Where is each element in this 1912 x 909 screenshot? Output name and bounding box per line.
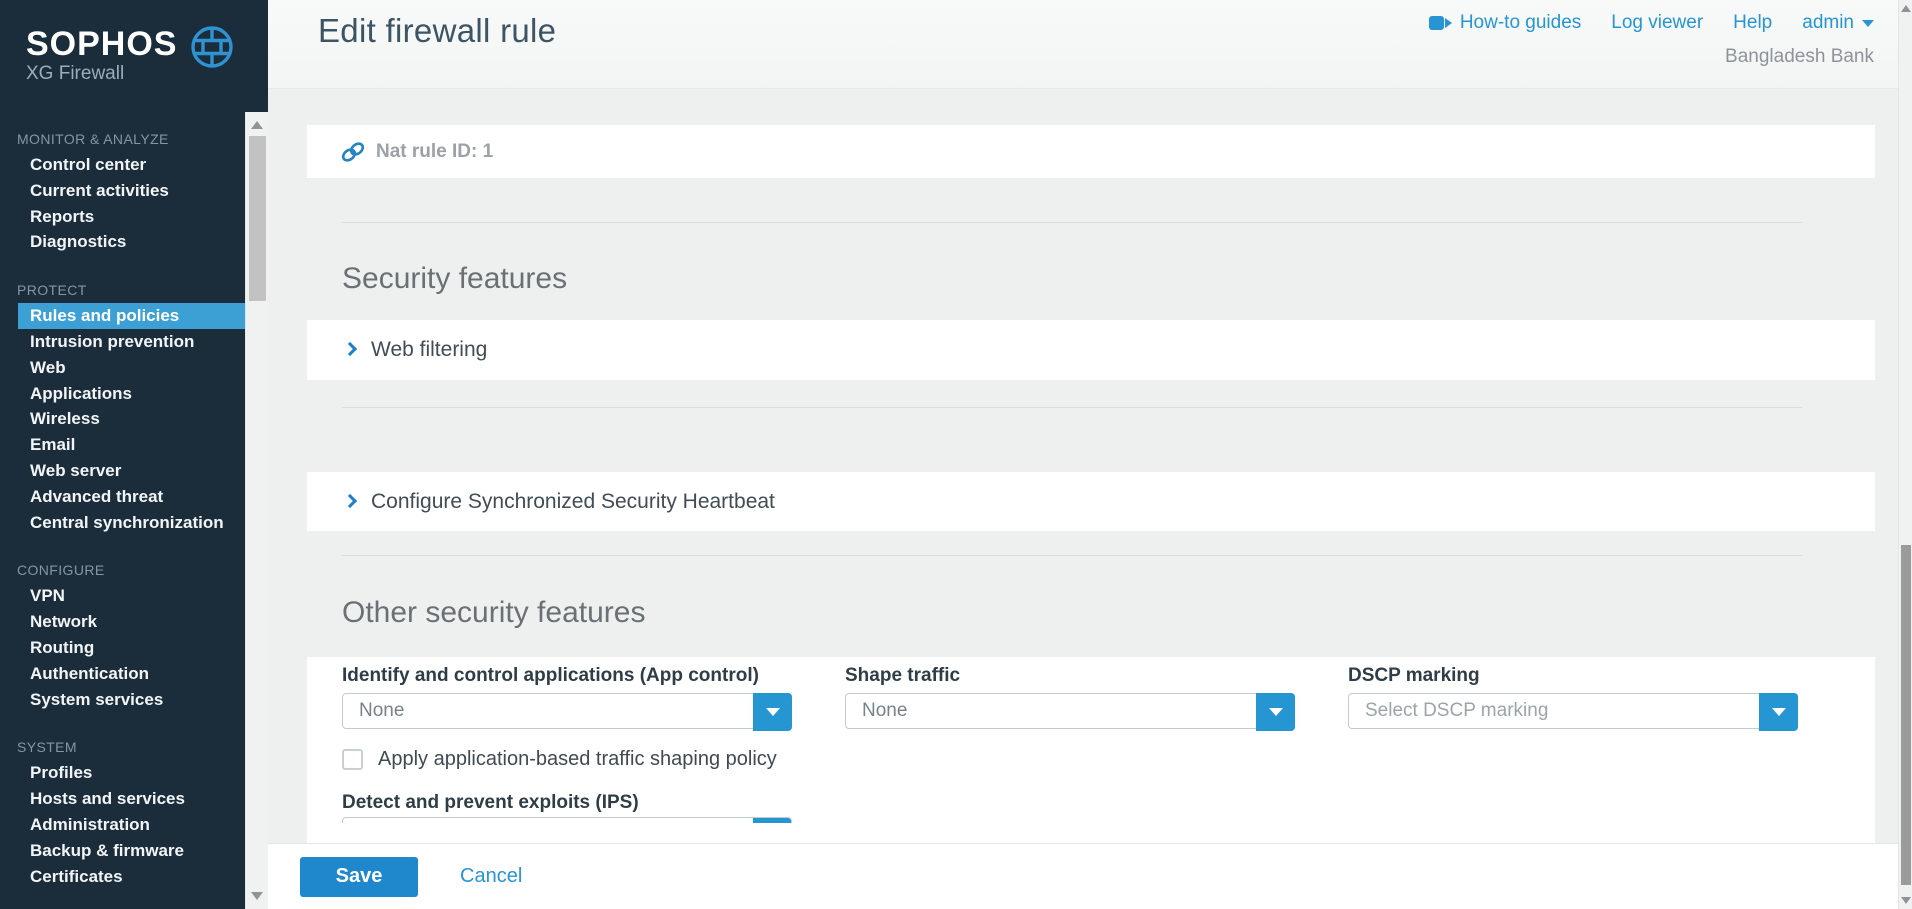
app-control-label: Identify and control applications (App c… <box>342 665 792 693</box>
scroll-up-icon[interactable] <box>251 121 263 129</box>
other-security-form: Identify and control applications (App c… <box>307 657 1875 843</box>
scroll-down-icon[interactable] <box>251 892 263 900</box>
dropdown-button[interactable] <box>753 693 792 731</box>
chevron-down-icon <box>1772 708 1786 716</box>
admin-menu[interactable]: admin <box>1802 12 1874 34</box>
traffic-shaping-checkbox-label: Apply application-based traffic shaping … <box>378 748 777 771</box>
brand-logo: SOPHOS XG Firewall <box>0 0 268 112</box>
dropdown-button <box>753 817 792 823</box>
main-scrollbar[interactable] <box>1898 0 1912 909</box>
chevron-right-icon <box>343 342 357 356</box>
app-control-field: Identify and control applications (App c… <box>342 665 792 729</box>
chevron-right-icon <box>343 493 357 507</box>
save-button[interactable]: Save <box>300 857 418 897</box>
video-camera-icon <box>1429 16 1452 30</box>
scroll-up-icon[interactable] <box>1901 5 1911 12</box>
sidebar-item-hosts-and-services[interactable]: Hosts and services <box>18 786 245 812</box>
sidebar-section-label: MONITOR & ANALYZE <box>0 126 245 152</box>
sidebar-section-label: SYSTEM <box>0 734 245 760</box>
firewall-globe-icon <box>189 24 235 75</box>
traffic-shaping-checkbox-row: Apply application-based traffic shaping … <box>342 748 1875 771</box>
content-area: Nat rule ID: 1 Security features Web fil… <box>268 88 1898 843</box>
sidebar-item-web[interactable]: Web <box>18 355 245 381</box>
main-area: Edit firewall rule How-to guides Log vie… <box>268 0 1912 909</box>
scroll-down-icon[interactable] <box>1901 897 1911 904</box>
chevron-down-icon <box>1862 20 1874 27</box>
sidebar-item-authentication[interactable]: Authentication <box>18 661 245 687</box>
dscp-marking-field: DSCP marking Select DSCP marking <box>1348 665 1798 729</box>
sidebar-item-reports[interactable]: Reports <box>18 204 245 230</box>
sidebar-item-email[interactable]: Email <box>18 432 245 458</box>
sidebar-item-backup-firmware[interactable]: Backup & firmware <box>18 838 245 864</box>
main-scrollbar-thumb[interactable] <box>1901 545 1911 885</box>
how-to-guides-link[interactable]: How-to guides <box>1429 12 1581 34</box>
divider <box>342 555 1802 556</box>
sidebar-section: CONFIGUREVPNNetworkRoutingAuthentication… <box>0 557 245 712</box>
dropdown-button[interactable] <box>1256 693 1295 731</box>
divider <box>342 222 1802 223</box>
dscp-marking-label: DSCP marking <box>1348 665 1798 693</box>
sidebar-item-advanced-threat[interactable]: Advanced threat <box>18 484 245 510</box>
sidebar-section-label: CONFIGURE <box>0 557 245 583</box>
tenant-name: Bangladesh Bank <box>1725 46 1874 68</box>
sidebar: MONITOR & ANALYZEControl centerCurrent a… <box>0 0 245 909</box>
security-heartbeat-expander[interactable]: Configure Synchronized Security Heartbea… <box>307 472 1875 531</box>
sidebar-item-routing[interactable]: Routing <box>18 635 245 661</box>
sidebar-item-current-activities[interactable]: Current activities <box>18 178 245 204</box>
ips-select[interactable] <box>342 817 792 823</box>
sidebar-section: PROTECTRules and policiesIntrusion preve… <box>0 277 245 535</box>
shape-traffic-field: Shape traffic None <box>845 665 1295 729</box>
sidebar-item-certificates[interactable]: Certificates <box>18 864 245 890</box>
shape-traffic-select[interactable]: None <box>845 693 1295 729</box>
app-control-select[interactable]: None <box>342 693 792 729</box>
brand-name: SOPHOS <box>26 26 177 62</box>
sidebar-item-rules-and-policies[interactable]: Rules and policies <box>18 303 245 329</box>
brand-product: XG Firewall <box>26 62 177 86</box>
sidebar-section: MONITOR & ANALYZEControl centerCurrent a… <box>0 126 245 255</box>
sidebar-scrollbar[interactable] <box>245 112 268 909</box>
chevron-down-icon <box>766 708 780 716</box>
other-security-features-heading: Other security features <box>342 596 645 630</box>
sidebar-item-network[interactable]: Network <box>18 609 245 635</box>
help-link[interactable]: Help <box>1733 12 1772 34</box>
header-links: How-to guides Log viewer Help admin <box>1429 12 1874 34</box>
sidebar-item-vpn[interactable]: VPN <box>18 583 245 609</box>
divider <box>342 407 1802 408</box>
sidebar-item-administration[interactable]: Administration <box>18 812 245 838</box>
sidebar-nav: MONITOR & ANALYZEControl centerCurrent a… <box>0 112 245 909</box>
dropdown-button[interactable] <box>1759 693 1798 731</box>
sidebar-section: SYSTEMProfilesHosts and servicesAdminist… <box>0 734 245 889</box>
page-header: Edit firewall rule How-to guides Log vie… <box>268 0 1898 88</box>
page-title: Edit firewall rule <box>318 12 556 50</box>
sidebar-scrollbar-thumb[interactable] <box>249 136 266 301</box>
sidebar-item-system-services[interactable]: System services <box>18 687 245 713</box>
shape-traffic-label: Shape traffic <box>845 665 1295 693</box>
sidebar-item-applications[interactable]: Applications <box>18 381 245 407</box>
nat-rule-card: Nat rule ID: 1 <box>307 125 1875 178</box>
ips-field-label: Detect and prevent exploits (IPS) <box>342 792 1875 817</box>
chevron-down-icon <box>1269 708 1283 716</box>
traffic-shaping-checkbox[interactable] <box>342 749 363 770</box>
security-features-heading: Security features <box>342 262 567 296</box>
action-footer: Save Cancel <box>268 843 1898 909</box>
sidebar-item-web-server[interactable]: Web server <box>18 458 245 484</box>
web-filtering-expander[interactable]: Web filtering <box>307 320 1875 380</box>
sidebar-item-wireless[interactable]: Wireless <box>18 406 245 432</box>
chain-link-icon <box>340 140 366 164</box>
sidebar-item-central-synchronization[interactable]: Central synchronization <box>18 510 245 536</box>
cancel-button[interactable]: Cancel <box>460 865 522 888</box>
sidebar-item-control-center[interactable]: Control center <box>18 152 245 178</box>
sidebar-section-label: PROTECT <box>0 277 245 303</box>
sidebar-item-diagnostics[interactable]: Diagnostics <box>18 229 245 255</box>
dscp-marking-select[interactable]: Select DSCP marking <box>1348 693 1798 729</box>
sidebar-item-intrusion-prevention[interactable]: Intrusion prevention <box>18 329 245 355</box>
log-viewer-link[interactable]: Log viewer <box>1611 12 1703 34</box>
sidebar-item-profiles[interactable]: Profiles <box>18 760 245 786</box>
nat-rule-id-label: Nat rule ID: 1 <box>376 141 493 163</box>
